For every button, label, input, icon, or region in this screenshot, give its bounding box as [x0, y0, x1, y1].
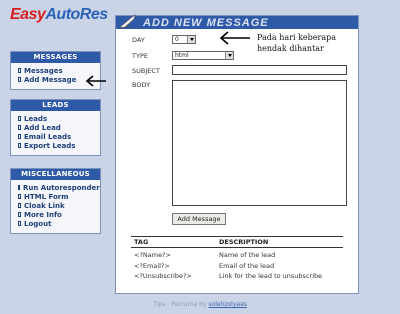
sidebar-section-miscellaneous: MISCELLANEOUS Run Autoresponder HTML For…	[10, 168, 101, 234]
sidebar-item-logout[interactable]: Logout	[18, 219, 96, 228]
type-select[interactable]: html	[172, 51, 234, 60]
sidebar-item-add-lead[interactable]: Add Lead	[18, 123, 96, 132]
annotation-line: hendak dihantar	[257, 44, 324, 53]
quill-pen-icon	[119, 14, 136, 29]
bullet-icon	[18, 134, 21, 139]
bullet-icon	[18, 212, 21, 217]
sidebar-item-email-leads[interactable]: Email Leads	[18, 132, 96, 141]
bullet-icon	[18, 194, 21, 199]
bullet-icon	[18, 143, 21, 148]
description-cell: Name of the lead	[219, 251, 276, 259]
sidebar-item-more-info[interactable]: More Info	[18, 210, 96, 219]
sidebar-section-title: MISCELLANEOUS	[11, 169, 100, 180]
sidebar-item-export-leads[interactable]: Export Leads	[18, 141, 96, 150]
sidebar-item-cloak-link[interactable]: Cloak Link	[18, 201, 96, 210]
subject-label: SUBJECT	[132, 67, 160, 75]
footer-author-link[interactable]: solehzolyaas	[208, 301, 246, 308]
sidebar-item-label: Add Lead	[24, 123, 61, 132]
day-label: DAY	[132, 36, 145, 44]
sidebar-item-label: Cloak Link	[24, 201, 65, 210]
sidebar-item-label: Run Autoresponder	[23, 183, 100, 192]
logo-part-autores: AutoRes	[45, 6, 108, 23]
tag-cell: <?Email?>	[134, 262, 170, 270]
chevron-down-icon	[187, 36, 195, 43]
tag-cell: <?Name?>	[134, 251, 171, 259]
sidebar-item-label: Export Leads	[24, 141, 76, 150]
annotation-arrow-left-icon	[85, 75, 106, 87]
sidebar-item-label: Email Leads	[24, 132, 72, 141]
description-column-header: DESCRIPTION	[219, 238, 269, 246]
sidebar-section-title: LEADS	[11, 100, 100, 111]
day-select[interactable]: 0	[172, 35, 196, 44]
sidebar-item-label: HTML Form	[24, 192, 69, 201]
body-label: BODY	[132, 81, 151, 89]
annotation-line: Pada hari keberapa	[257, 33, 336, 42]
day-select-value: 0	[175, 36, 179, 43]
footer-text: Tips - Percuma by	[153, 301, 207, 308]
logo-part-easy: Easy	[10, 6, 46, 23]
type-label: TYPE	[132, 52, 148, 60]
table-divider	[131, 236, 343, 237]
type-select-value: html	[175, 52, 189, 59]
chevron-down-icon	[225, 52, 233, 59]
description-cell: Link for the lead to unsubscribe	[219, 272, 323, 280]
sidebar-section-title: MESSAGES	[11, 52, 100, 63]
table-divider	[131, 247, 343, 248]
annotation-text: Pada hari keberapa hendak dihantar	[257, 32, 336, 54]
bullet-icon	[18, 116, 21, 121]
add-message-button[interactable]: Add Message	[172, 213, 226, 225]
tag-cell: <?Unsubscribe?>	[134, 272, 192, 280]
sidebar-item-label: Messages	[24, 66, 63, 75]
bullet-icon	[18, 203, 21, 208]
app-logo[interactable]: Easy AutoRes	[10, 3, 108, 27]
bullet-icon	[18, 68, 21, 73]
sidebar-item-leads[interactable]: Leads	[18, 114, 96, 123]
bullet-icon	[18, 77, 21, 82]
body-textarea[interactable]	[172, 80, 347, 206]
panel-header: ADD NEW MESSAGE	[116, 14, 358, 29]
description-cell: Email of the lead	[219, 262, 275, 270]
subject-input[interactable]	[172, 65, 347, 75]
sidebar-item-label: Logout	[24, 219, 52, 228]
sidebar-section-leads: LEADS Leads Add Lead Email Leads Export …	[10, 99, 101, 156]
annotation-arrow-left-icon	[219, 31, 250, 45]
bullet-icon	[18, 125, 21, 130]
footer: Tips - Percuma by solehzolyaas	[0, 301, 400, 308]
page-title: ADD NEW MESSAGE	[143, 17, 269, 29]
sidebar-item-html-form[interactable]: HTML Form	[18, 192, 96, 201]
bullet-icon	[18, 185, 20, 190]
sidebar-item-run-autoresponder[interactable]: Run Autoresponder	[18, 183, 100, 192]
sidebar-item-label: Leads	[24, 114, 48, 123]
tag-column-header: TAG	[134, 238, 149, 246]
bullet-icon	[18, 221, 21, 226]
sidebar-item-label: More Info	[24, 210, 62, 219]
sidebar-item-label: Add Message	[24, 75, 77, 84]
